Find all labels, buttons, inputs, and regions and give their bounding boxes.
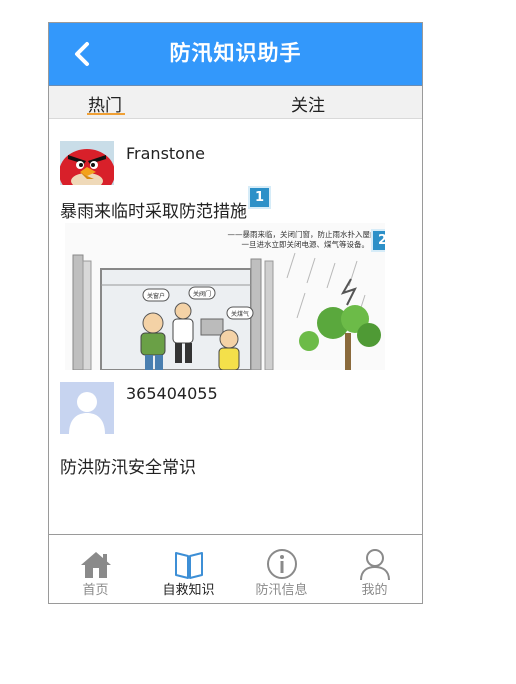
phone-frame: 防汛知识助手 热门 关注 Franstone 暴雨来临时采取防范措施 1 ——暴… (48, 22, 423, 604)
illustration-badge: 2 (373, 231, 385, 250)
active-tab-indicator (87, 113, 125, 115)
book-icon (175, 552, 203, 579)
nav-label: 自救知识 (162, 583, 215, 598)
angry-bird-avatar (60, 141, 114, 185)
tab-follow[interactable]: 关注 (291, 91, 325, 116)
tab-bar: 热门 关注 (49, 86, 422, 119)
home-icon (81, 552, 111, 578)
nav-label: 首页 (82, 583, 109, 598)
bubble-close-gas: 关煤气 (231, 310, 249, 318)
default-user-avatar (60, 382, 114, 434)
nav-self-rescue[interactable]: 自救知识 (142, 535, 235, 603)
nav-mine[interactable]: 我的 (328, 535, 421, 603)
illustration-image: ——暴雨来临，关闭门窗，防止雨水扑入屋内， 一旦进水立即关闭电源、煤气等设备。 (65, 223, 385, 370)
nav-flood-info[interactable]: 防汛信息 (235, 535, 328, 603)
post-username[interactable]: 365404055 (126, 384, 218, 403)
nav-label: 我的 (361, 583, 388, 598)
page-title: 防汛知识助手 (169, 41, 302, 65)
flood-illustration[interactable]: ——暴雨来临，关闭门窗，防止雨水扑入屋内， 一旦进水立即关闭电源、煤气等设备。 (65, 223, 385, 370)
caption-line-1: ——暴雨来临，关闭门窗，防止雨水扑入屋内， (228, 229, 386, 239)
user-icon (360, 549, 390, 581)
nav-label: 防汛信息 (255, 583, 308, 598)
post-title[interactable]: 暴雨来临时采取防范措施 (60, 197, 247, 222)
bubble-close-window: 关窗户 (147, 292, 165, 300)
bubble-close-valve: 关阀门 (193, 290, 211, 298)
post-badge: 1 (250, 188, 269, 207)
app-header: 防汛知识助手 (49, 23, 422, 86)
nav-home[interactable]: 首页 (49, 535, 142, 603)
info-icon (267, 549, 297, 579)
bottom-nav: 首页 自救知识 防汛信息 我的 (49, 534, 422, 603)
post-title[interactable]: 防洪防汛安全常识 (60, 453, 196, 478)
post-username[interactable]: Franstone (126, 144, 205, 163)
caption-line-2: 一旦进水立即关闭电源、煤气等设备。 (242, 239, 370, 249)
